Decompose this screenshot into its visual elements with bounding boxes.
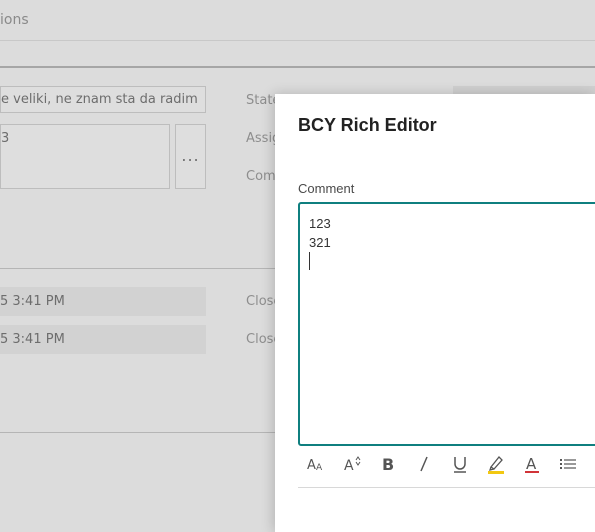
italic-icon[interactable] — [406, 450, 442, 478]
background-description-input[interactable]: e veliki, ne znam sta da radim — [0, 86, 206, 113]
svg-text:A: A — [316, 463, 323, 473]
background-description-value: e veliki, ne znam sta da radim — [1, 92, 198, 107]
background-date-field: 5 3:41 PM — [0, 325, 206, 354]
background-date-value: 5 3:41 PM — [0, 332, 65, 347]
svg-text:B: B — [382, 455, 394, 473]
font-color-icon[interactable]: A — [514, 450, 550, 478]
editor-toolbar: A A A B A — [298, 450, 586, 478]
background-topbar: ions — [0, 0, 595, 41]
font-size-icon[interactable]: A A — [298, 450, 334, 478]
toolbar-divider — [298, 487, 595, 488]
comment-editor[interactable]: 123 321 — [298, 202, 595, 446]
background-date-field: 5 3:41 PM — [0, 287, 206, 316]
background-textarea[interactable]: 3 — [0, 124, 170, 189]
background-field — [453, 86, 595, 94]
background-date-value: 5 3:41 PM — [0, 294, 65, 309]
editor-caret — [309, 252, 595, 271]
editor-line: 123 — [309, 216, 331, 231]
underline-icon[interactable] — [442, 450, 478, 478]
bullet-list-icon[interactable] — [550, 450, 586, 478]
dialog-title: BCY Rich Editor — [298, 115, 437, 135]
svg-text:A: A — [344, 458, 354, 473]
background-topbar-text: ions — [0, 12, 29, 28]
svg-text:A: A — [526, 455, 537, 473]
highlight-icon[interactable] — [478, 450, 514, 478]
background-divider — [0, 66, 595, 68]
svg-text:A: A — [307, 458, 316, 473]
bold-icon[interactable]: B — [370, 450, 406, 478]
background-ellipsis-button[interactable]: ... — [175, 124, 206, 189]
rich-editor-dialog: BCY Rich Editor Comment 123 321 A A A B — [275, 94, 595, 532]
comment-label: Comment — [298, 181, 355, 196]
editor-line: 321 — [309, 235, 331, 250]
background-label-comment: Com — [246, 169, 276, 184]
grow-font-icon[interactable]: A — [334, 450, 370, 478]
background-textarea-value: 3 — [1, 131, 10, 146]
